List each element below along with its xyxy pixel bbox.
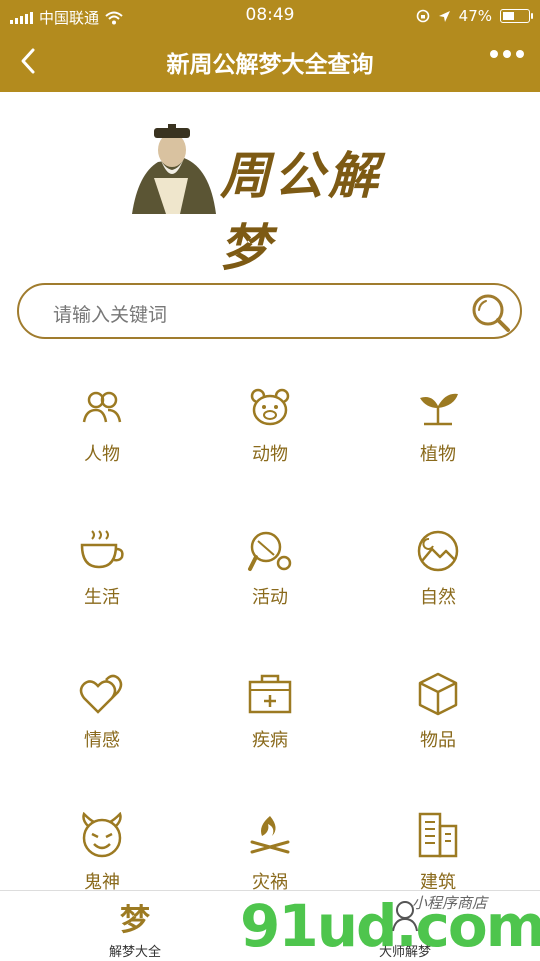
box-icon bbox=[418, 672, 458, 716]
more-options-button[interactable] bbox=[490, 50, 524, 58]
navigation-bar: 新周公解梦大全查询 bbox=[0, 32, 540, 92]
category-label: 活动 bbox=[252, 587, 288, 608]
people-icon bbox=[82, 391, 122, 423]
watermark-caption: 小程序商店 bbox=[412, 894, 488, 912]
watermark-brand: 91ud.com bbox=[240, 892, 540, 960]
category-label: 物品 bbox=[420, 730, 456, 751]
category-label: 人物 bbox=[84, 444, 120, 465]
category-plant[interactable]: 植物 bbox=[348, 380, 528, 490]
category-label: 自然 bbox=[420, 587, 456, 608]
category-label: 生活 bbox=[84, 587, 120, 608]
rotation-lock-icon bbox=[416, 9, 429, 23]
building-icon bbox=[418, 812, 458, 858]
fire-icon bbox=[250, 816, 290, 854]
page-title: 新周公解梦大全查询 bbox=[166, 52, 374, 78]
devil-icon bbox=[82, 812, 122, 858]
dream-glyph-icon: 梦 bbox=[120, 903, 150, 938]
category-nature[interactable]: 自然 bbox=[348, 523, 528, 633]
more-dot-icon bbox=[503, 50, 511, 58]
location-icon bbox=[438, 10, 450, 22]
battery-icon bbox=[500, 9, 533, 23]
search-icon[interactable] bbox=[468, 290, 514, 336]
coffee-cup-icon bbox=[80, 530, 124, 569]
ping-pong-icon bbox=[248, 531, 292, 571]
category-animal[interactable]: 动物 bbox=[180, 380, 360, 490]
watermark: 91ud.com 小程序商店 bbox=[236, 886, 540, 960]
tab-dream-encyclopedia[interactable]: 梦 解梦大全 bbox=[45, 891, 225, 961]
medical-kit-icon bbox=[248, 674, 292, 714]
logo-text: 周公解梦 bbox=[220, 146, 382, 277]
hearts-icon bbox=[79, 674, 123, 714]
status-bar: 中国联通 08:49 47% bbox=[0, 0, 540, 32]
plant-icon bbox=[420, 393, 458, 426]
category-items[interactable]: 物品 bbox=[348, 666, 528, 776]
animal-icon bbox=[250, 388, 290, 426]
category-life[interactable]: 生活 bbox=[12, 523, 192, 633]
more-dot-icon bbox=[516, 50, 524, 58]
search-bar[interactable]: 请输入关键词 bbox=[17, 283, 522, 339]
category-emotion[interactable]: 情感 bbox=[12, 666, 192, 776]
status-right: 47% bbox=[416, 7, 533, 25]
category-label: 动物 bbox=[252, 444, 288, 465]
app-logo: 周公解梦 bbox=[124, 118, 416, 277]
category-label: 疾病 bbox=[252, 730, 288, 751]
category-activity[interactable]: 活动 bbox=[180, 523, 360, 633]
battery-percent: 47% bbox=[458, 7, 492, 25]
more-dot-icon bbox=[490, 50, 498, 58]
category-label: 植物 bbox=[420, 444, 456, 465]
category-disease[interactable]: 疾病 bbox=[180, 666, 360, 776]
tab-label: 解梦大全 bbox=[108, 945, 161, 960]
landscape-icon bbox=[417, 530, 459, 572]
category-label: 情感 bbox=[84, 730, 120, 751]
category-people[interactable]: 人物 bbox=[12, 380, 192, 490]
search-input[interactable]: 请输入关键词 bbox=[53, 300, 167, 327]
